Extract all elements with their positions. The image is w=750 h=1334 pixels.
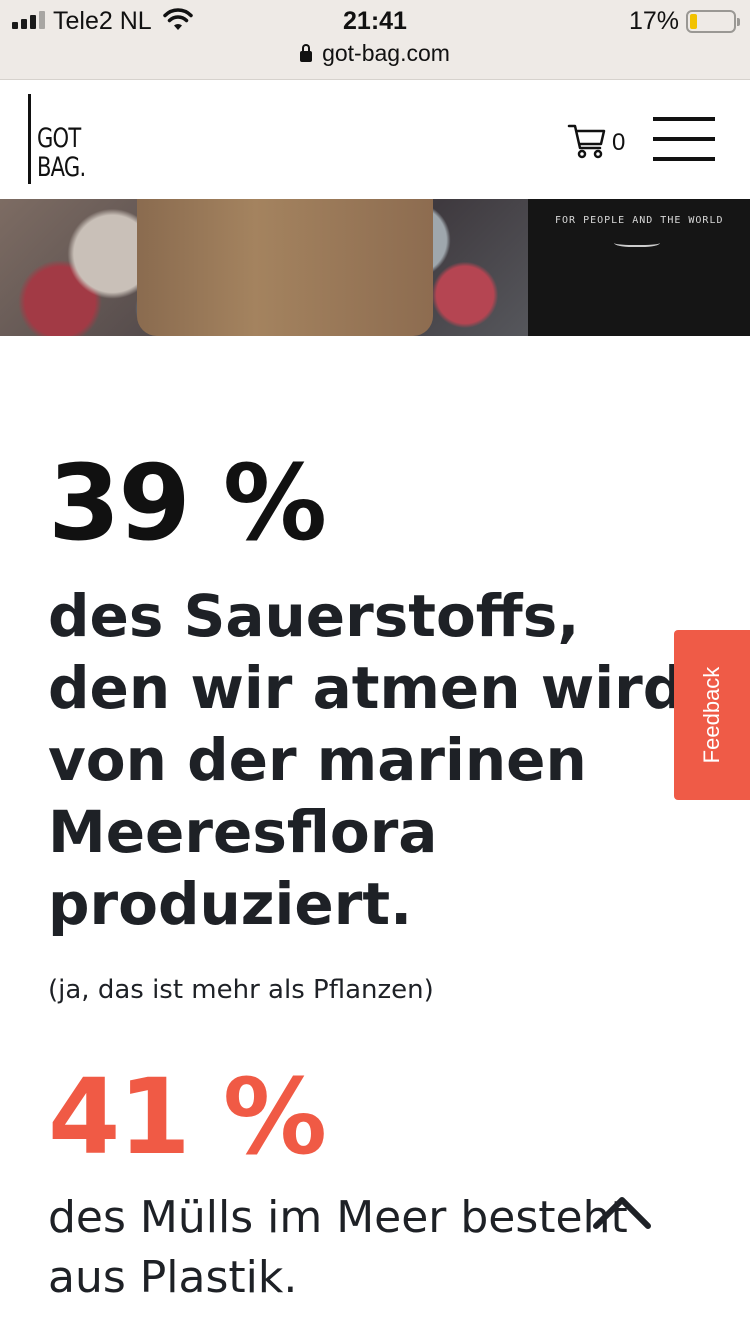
battery-level: [690, 14, 697, 29]
stat-oxygen-line: von der marinen: [48, 726, 587, 794]
stat-oxygen-line: Meeresflora: [48, 798, 438, 866]
site-header: GOT BAG. 0: [0, 80, 750, 199]
stat-oxygen-description: des Sauerstoffs, den wir atmen wird von …: [48, 580, 708, 940]
chevron-up-icon[interactable]: [590, 1192, 654, 1232]
shirt-print: FOR PEOPLE AND THE WORLD: [555, 215, 724, 226]
lock-icon: [300, 44, 313, 62]
feedback-button[interactable]: Feedback: [674, 630, 750, 800]
stat-oxygen-note: (ja, das ist mehr als Pflanzen): [48, 975, 434, 1005]
stat-plastic-line: aus Plastik.: [48, 1252, 298, 1303]
cart-count[interactable]: 0: [612, 129, 625, 157]
stat-oxygen-line: produziert.: [48, 870, 413, 938]
stat-oxygen-line: den wir atmen wird: [48, 654, 685, 722]
status-bar: Tele2 NL 21:41 17% got-bag.com: [0, 0, 750, 80]
cart-icon[interactable]: [567, 122, 607, 160]
shirt-wave-graphic: [614, 237, 660, 247]
logo-line-1: GOT: [37, 123, 81, 154]
url-text: got-bag.com: [322, 40, 450, 66]
battery-percent: 17%: [628, 7, 679, 35]
stat-oxygen-line: des Sauerstoffs,: [48, 582, 580, 650]
stat-oxygen-value: 39 %: [48, 442, 327, 564]
person-figure: [137, 199, 433, 336]
url-bar[interactable]: got-bag.com: [0, 40, 750, 70]
logo-line-2: BAG.: [37, 152, 86, 183]
feedback-label: Feedback: [699, 666, 724, 764]
menu-icon[interactable]: [653, 117, 715, 163]
stat-plastic-value: 41 %: [48, 1056, 327, 1178]
hero-image: FOR PEOPLE AND THE WORLD: [0, 199, 750, 336]
battery-icon: [686, 10, 740, 33]
logo[interactable]: GOT BAG.: [28, 94, 99, 184]
